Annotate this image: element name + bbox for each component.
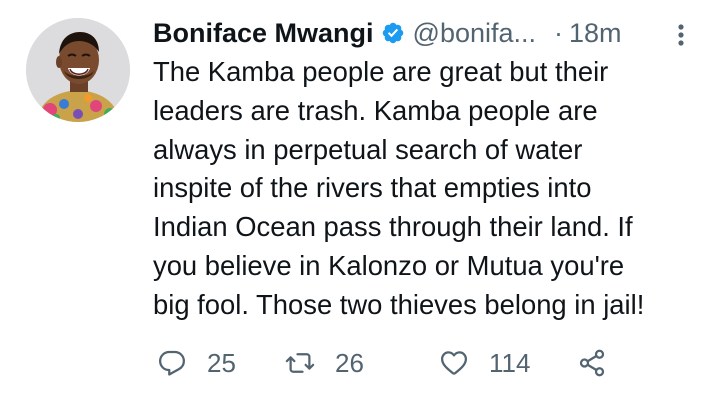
retweet-button[interactable]: 26 bbox=[285, 340, 364, 386]
tweet-actions-bar: 25 26 114 bbox=[153, 340, 623, 386]
tweet-text: The Kamba people are great but their lea… bbox=[153, 53, 701, 325]
more-options-icon[interactable] bbox=[677, 23, 685, 47]
tweet-timestamp[interactable]: 18m bbox=[569, 18, 622, 49]
tweet[interactable]: Boniface Mwangi @bonifa... · 18m The Kam… bbox=[0, 0, 720, 411]
author-handle[interactable]: @bonifa... bbox=[413, 18, 536, 49]
retweet-count: 26 bbox=[335, 347, 364, 378]
share-button[interactable] bbox=[577, 340, 607, 386]
tweet-header: Boniface Mwangi @bonifa... · 18m bbox=[153, 13, 693, 53]
reply-icon bbox=[159, 350, 185, 376]
tweet-text-line: inspite of the rivers that empties into bbox=[153, 172, 592, 204]
avatar[interactable] bbox=[26, 18, 130, 122]
tweet-text-line: big fool. Those two thieves belong in ja… bbox=[153, 288, 645, 320]
reply-count: 25 bbox=[207, 347, 236, 378]
separator-dot: · bbox=[554, 17, 564, 48]
tweet-text-line: The Kamba people are great but their bbox=[153, 56, 609, 87]
like-button[interactable]: 114 bbox=[439, 340, 530, 386]
verified-badge-icon bbox=[381, 21, 405, 45]
profile-photo-icon bbox=[26, 18, 130, 122]
author-name[interactable]: Boniface Mwangi bbox=[153, 18, 374, 49]
reply-button[interactable]: 25 bbox=[157, 340, 236, 386]
tweet-text-line: leaders are trash. Kamba people are bbox=[153, 94, 598, 126]
retweet-icon bbox=[285, 353, 315, 373]
like-count: 114 bbox=[489, 347, 531, 378]
tweet-text-line: Indian Ocean pass through their land. If bbox=[153, 211, 633, 243]
tweet-text-line: always in perpetual search of water bbox=[153, 133, 583, 165]
share-icon bbox=[579, 349, 605, 377]
tweet-text-line: you believe in Kalonzo or Mutua you're bbox=[153, 249, 625, 281]
like-icon bbox=[441, 351, 467, 375]
